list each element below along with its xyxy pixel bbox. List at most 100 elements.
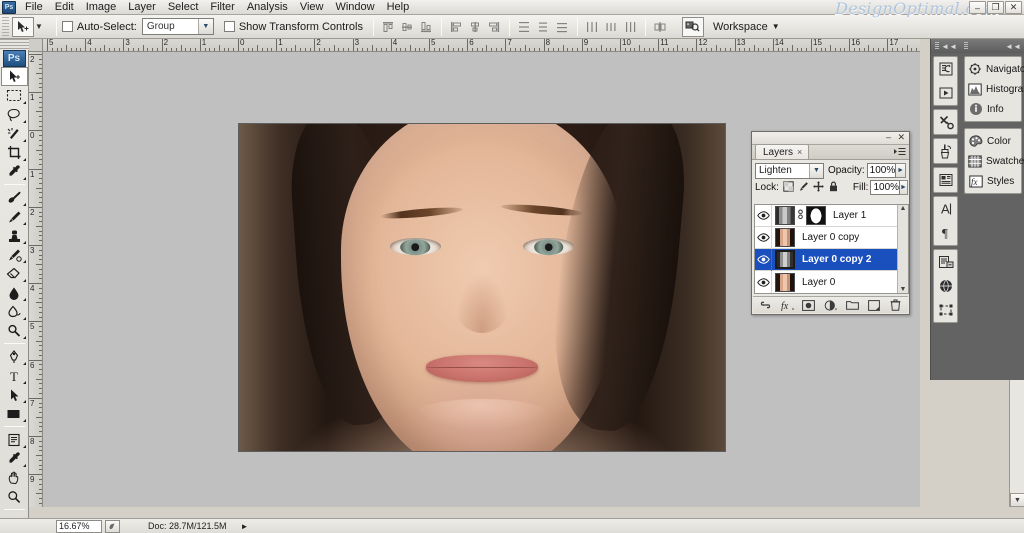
layers-minimize-button[interactable]: – <box>886 133 891 142</box>
distribute-bottom-edges-icon[interactable] <box>553 18 571 36</box>
opacity-value-field[interactable]: 100% <box>866 163 897 178</box>
new-adjustment-layer-icon[interactable] <box>823 298 838 313</box>
panel-item-color[interactable]: Color <box>965 131 1021 151</box>
table-row[interactable]: Layer 0 copy 2 <box>755 248 908 271</box>
collapse-panels-icon[interactable]: ◄◄ <box>1005 42 1021 51</box>
new-group-icon[interactable] <box>845 298 860 313</box>
brushes-icon[interactable] <box>934 139 958 163</box>
layer-name[interactable]: Layer 0 copy <box>802 232 859 243</box>
layer-mask-thumbnail[interactable] <box>806 206 826 225</box>
close-button[interactable]: ✕ <box>1005 1 1022 14</box>
menu-filter[interactable]: Filter <box>204 0 240 15</box>
status-flyout-arrow-icon[interactable]: ► <box>241 522 249 531</box>
workspace-chevron-down-icon[interactable]: ▼ <box>772 22 780 31</box>
distribute-top-edges-icon[interactable] <box>515 18 533 36</box>
link-layers-icon[interactable] <box>758 298 773 313</box>
chevron-down-icon[interactable]: ▼ <box>197 19 213 34</box>
menu-select[interactable]: Select <box>162 0 205 15</box>
auto-select-checkbox[interactable] <box>61 21 73 32</box>
panel-menu-icon[interactable] <box>894 147 906 159</box>
layer-name[interactable]: Layer 0 copy 2 <box>802 254 871 265</box>
rectangle-tool[interactable] <box>1 404 28 423</box>
hand-tool[interactable] <box>1 468 28 487</box>
table-row[interactable]: Layer 0 copy <box>755 226 908 249</box>
eraser-tool[interactable] <box>1 264 28 283</box>
align-right-edges-icon[interactable] <box>485 18 503 36</box>
align-vertical-centers-icon[interactable] <box>398 18 416 36</box>
layer-thumbnail[interactable] <box>775 272 795 292</box>
layer-name[interactable]: Layer 1 <box>833 210 866 221</box>
menu-edit[interactable]: Edit <box>49 0 80 15</box>
lock-position-icon[interactable] <box>813 180 824 195</box>
panel-item-info[interactable]: Info <box>965 99 1021 119</box>
show-transform-controls-checkbox[interactable] <box>223 21 235 32</box>
menu-image[interactable]: Image <box>80 0 123 15</box>
options-bar-grip[interactable] <box>2 16 9 37</box>
toolbar-grip[interactable] <box>0 39 29 50</box>
zoom-level-field[interactable]: 16.67% <box>56 519 102 533</box>
menu-analysis[interactable]: Analysis <box>241 0 294 15</box>
status-grip-icon[interactable] <box>105 519 120 533</box>
auto-select-dropdown[interactable]: Group ▼ <box>141 18 214 35</box>
history-icon[interactable] <box>934 57 958 81</box>
align-bottom-edges-icon[interactable] <box>417 18 435 36</box>
table-row[interactable]: Layer 0 <box>755 271 908 293</box>
zoom-tool[interactable] <box>1 487 28 506</box>
expanded-dock-grip[interactable]: ◄◄ <box>960 39 1024 53</box>
layer-thumbnail[interactable] <box>775 228 795 247</box>
type-tool[interactable]: T <box>1 366 28 385</box>
move-tool-icon[interactable] <box>12 16 34 37</box>
table-row[interactable]: Layer 1 <box>755 205 908 227</box>
workspace-button[interactable]: Workspace ▼ <box>681 16 780 37</box>
align-horizontal-centers-icon[interactable] <box>466 18 484 36</box>
align-top-edges-icon[interactable] <box>379 18 397 36</box>
minimize-button[interactable]: – <box>969 1 986 14</box>
mask-link-icon[interactable] <box>797 208 804 223</box>
horizontal-ruler[interactable]: 5 4 3 2 1 0 1 2 3 4 5 6 7 8 9 10 11 12 13 14 15 16 17 <box>43 39 920 52</box>
lock-image-pixels-icon[interactable] <box>798 181 809 195</box>
layer-visibility-toggle[interactable] <box>755 271 772 293</box>
distribute-right-edges-icon[interactable] <box>621 18 639 36</box>
lasso-tool[interactable] <box>1 105 28 124</box>
lock-transparent-pixels-icon[interactable] <box>783 180 794 195</box>
document-image[interactable] <box>238 123 726 452</box>
tool-presets-icon[interactable] <box>934 110 958 134</box>
dodge-tool[interactable] <box>1 321 28 340</box>
restore-button[interactable]: ❐ <box>987 1 1004 14</box>
layer-visibility-toggle[interactable] <box>755 226 772 249</box>
panel-item-swatches[interactable]: Swatches <box>965 151 1024 171</box>
healing-brush-tool[interactable] <box>1 188 28 207</box>
vertical-ruler[interactable]: 21012345678910 <box>29 52 43 507</box>
layer-style-icon[interactable]: fx <box>780 298 795 313</box>
eyedropper-tool[interactable] <box>1 162 28 181</box>
panel-item-styles[interactable]: fx Styles <box>965 171 1021 191</box>
layer-name[interactable]: Layer 0 <box>802 277 835 288</box>
actions-icon[interactable] <box>934 81 958 105</box>
notes-tool[interactable] <box>1 430 28 449</box>
3d-icon[interactable] <box>934 274 958 298</box>
layers-scroll-down-icon[interactable]: ▼ <box>898 286 908 293</box>
panel-item-navigator[interactable]: Navigator <box>965 59 1024 79</box>
crop-tool[interactable] <box>1 143 28 162</box>
brush-tool[interactable] <box>1 207 28 226</box>
menu-view[interactable]: View <box>294 0 330 15</box>
fill-slider-arrow-icon[interactable]: ► <box>900 180 908 195</box>
paragraph-icon[interactable]: ¶ <box>934 221 958 245</box>
ruler-corner[interactable] <box>29 39 43 52</box>
layer-comps-icon[interactable] <box>934 168 958 192</box>
menu-layer[interactable]: Layer <box>122 0 162 15</box>
gradient-tool[interactable] <box>1 283 28 302</box>
measurement-log-icon[interactable] <box>934 298 958 322</box>
fill-value-field[interactable]: 100% <box>870 180 901 195</box>
tab-layers[interactable]: Layers × <box>755 144 810 159</box>
pen-tool[interactable] <box>1 347 28 366</box>
history-brush-tool[interactable] <box>1 245 28 264</box>
layer-visibility-toggle[interactable] <box>755 205 772 227</box>
distribute-horizontal-centers-icon[interactable] <box>602 18 620 36</box>
distribute-left-edges-icon[interactable] <box>583 18 601 36</box>
layers-panel[interactable]: – ✕ Layers × Lighten ▼ Opacity: 100% ► L… <box>751 131 910 315</box>
blend-mode-dropdown[interactable]: Lighten ▼ <box>755 162 824 179</box>
add-layer-mask-icon[interactable] <box>801 298 816 313</box>
layers-list-scrollbar[interactable]: ▲ ▼ <box>897 205 908 293</box>
auto-align-layers-icon[interactable] <box>651 18 669 36</box>
